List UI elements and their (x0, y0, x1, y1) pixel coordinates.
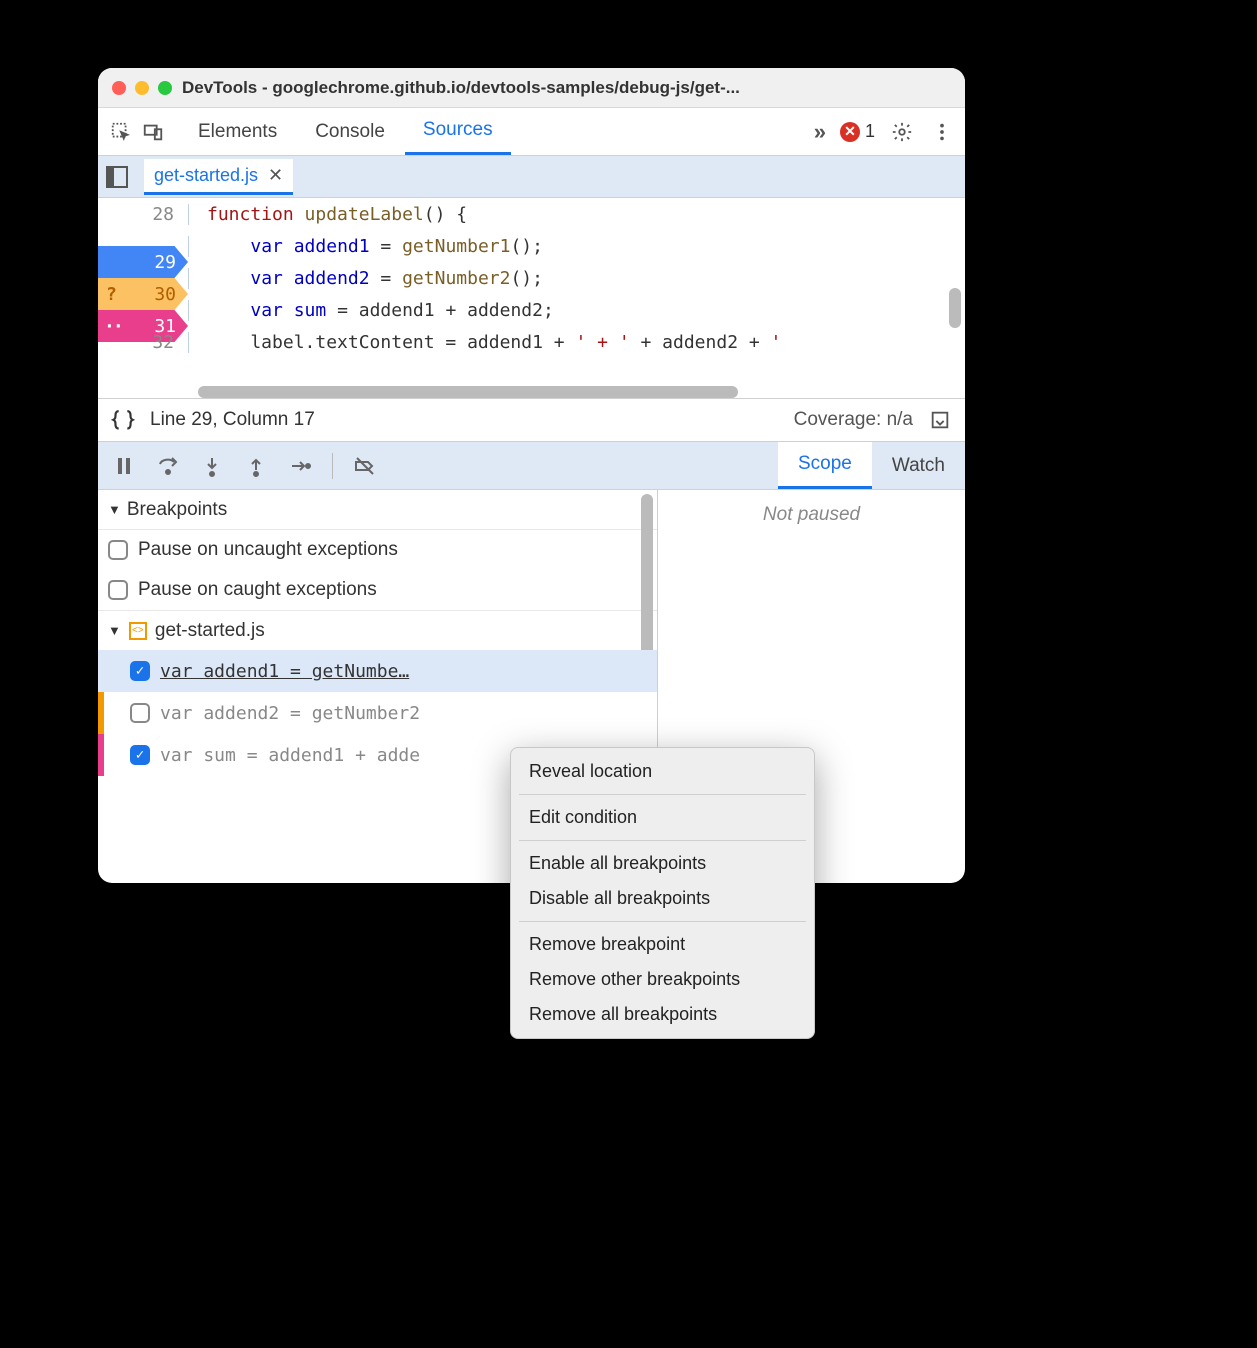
menu-remove-all[interactable]: Remove all breakpoints (511, 997, 814, 1032)
step-out-icon[interactable] (244, 454, 268, 478)
code-editor[interactable]: 28 function updateLabel() { 29 var adden… (98, 198, 965, 398)
checkbox[interactable] (108, 580, 128, 600)
tab-console[interactable]: Console (297, 108, 403, 155)
menu-edit-condition[interactable]: Edit condition (511, 800, 814, 835)
settings-icon[interactable] (889, 119, 915, 145)
code-line: function updateLabel() { (188, 204, 965, 225)
not-paused-label: Not paused (658, 490, 965, 540)
menu-separator (519, 840, 806, 841)
breakpoints-header[interactable]: ▼ Breakpoints (98, 490, 657, 530)
step-into-icon[interactable] (200, 454, 224, 478)
menu-disable-all[interactable]: Disable all breakpoints (511, 881, 814, 916)
tab-watch[interactable]: Watch (872, 442, 965, 489)
close-button[interactable] (112, 81, 126, 95)
deactivate-breakpoints-icon[interactable] (353, 454, 377, 478)
step-over-icon[interactable] (156, 454, 180, 478)
tab-elements[interactable]: Elements (180, 108, 295, 155)
collapse-icon: ▼ (108, 502, 121, 517)
menu-remove-breakpoint[interactable]: Remove breakpoint (511, 927, 814, 962)
navigator-toggle-icon[interactable] (106, 166, 128, 188)
window-title: DevTools - googlechrome.github.io/devtoo… (182, 78, 951, 98)
tab-scope[interactable]: Scope (778, 442, 872, 489)
breakpoint-strip (98, 692, 104, 734)
main-toolbar: Elements Console Sources » ✕ 1 (98, 108, 965, 156)
step-icon[interactable] (288, 454, 312, 478)
error-icon: ✕ (840, 122, 860, 142)
collapse-icon[interactable] (927, 407, 953, 433)
coverage-label: Coverage: n/a (794, 409, 913, 431)
close-tab-icon[interactable]: ✕ (268, 165, 283, 186)
context-menu: Reveal location Edit condition Enable al… (510, 747, 815, 1039)
pause-icon[interactable] (112, 454, 136, 478)
line-number[interactable]: 32 (98, 332, 188, 353)
breakpoint-row[interactable]: var addend2 = getNumber2 (98, 692, 657, 734)
pretty-print-icon[interactable] (110, 409, 136, 431)
horizontal-scrollbar[interactable] (198, 386, 738, 398)
minimize-button[interactable] (135, 81, 149, 95)
breakpoint-strip (98, 734, 104, 776)
more-tabs-icon[interactable]: » (814, 119, 826, 145)
collapse-icon: ▼ (108, 623, 121, 638)
js-file-icon: <> (129, 622, 147, 640)
code-line: var sum = addend1 + addend2; (188, 300, 965, 321)
error-badge[interactable]: ✕ 1 (840, 121, 875, 142)
menu-separator (519, 794, 806, 795)
menu-reveal-location[interactable]: Reveal location (511, 754, 814, 789)
breakpoint-text: var addend2 = getNumber2 (160, 703, 657, 724)
checkbox[interactable] (108, 540, 128, 560)
cursor-position: Line 29, Column 17 (150, 409, 315, 431)
code-line: var addend2 = getNumber2(); (188, 268, 965, 289)
inspect-icon[interactable] (108, 119, 134, 145)
panel-tabs: Elements Console Sources (180, 108, 511, 155)
file-tabs-bar: get-started.js ✕ (98, 156, 965, 198)
breakpoint-marker-conditional[interactable]: 30 (98, 278, 188, 310)
more-icon[interactable] (929, 119, 955, 145)
pause-uncaught-row[interactable]: Pause on uncaught exceptions (98, 530, 657, 570)
checkbox[interactable] (130, 703, 150, 723)
window-controls (112, 81, 172, 95)
menu-remove-other[interactable]: Remove other breakpoints (511, 962, 814, 997)
error-count: 1 (865, 121, 875, 142)
breakpoint-marker[interactable]: 29 (98, 246, 188, 278)
line-number[interactable]: 28 (98, 204, 188, 225)
pause-caught-row[interactable]: Pause on caught exceptions (98, 570, 657, 610)
code-line: label.textContent = addend1 + ' + ' + ad… (188, 332, 965, 353)
file-tab-name: get-started.js (154, 165, 258, 186)
code-line: var addend1 = getNumber1(); (188, 236, 965, 257)
menu-separator (519, 921, 806, 922)
checkbox[interactable]: ✓ (130, 661, 150, 681)
breakpoint-row[interactable]: ✓ var addend1 = getNumbe… (98, 650, 657, 692)
vertical-scrollbar[interactable] (949, 288, 961, 328)
titlebar: DevTools - googlechrome.github.io/devtoo… (98, 68, 965, 108)
breakpoint-file-header[interactable]: ▼ <> get-started.js (98, 610, 657, 650)
breakpoint-text: var addend1 = getNumbe… (160, 661, 657, 682)
vertical-scrollbar[interactable] (641, 494, 653, 674)
maximize-button[interactable] (158, 81, 172, 95)
device-icon[interactable] (140, 119, 166, 145)
menu-enable-all[interactable]: Enable all breakpoints (511, 846, 814, 881)
debugger-toolbar: Scope Watch (98, 442, 965, 490)
tab-sources[interactable]: Sources (405, 108, 511, 155)
editor-status-bar: Line 29, Column 17 Coverage: n/a (98, 398, 965, 442)
checkbox[interactable]: ✓ (130, 745, 150, 765)
file-tab[interactable]: get-started.js ✕ (144, 159, 293, 195)
